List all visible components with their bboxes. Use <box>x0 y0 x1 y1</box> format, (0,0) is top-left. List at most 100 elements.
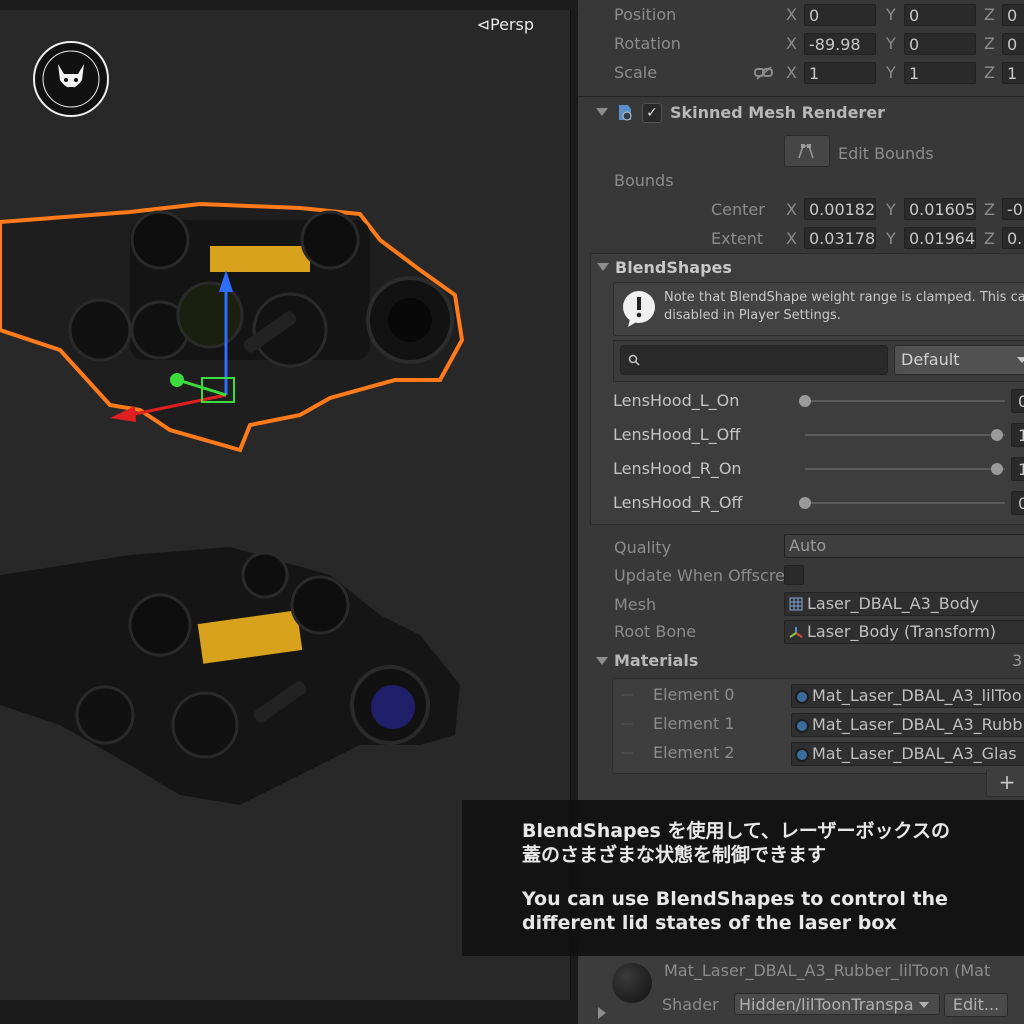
material-foldout-icon[interactable] <box>598 1007 606 1019</box>
materials-list: Element 0 Mat_Laser_DBAL_A3_lilToo Element… <box>612 678 1024 774</box>
scale-x-field[interactable]: 1 <box>804 62 876 84</box>
preset-dropdown-value: Default <box>901 350 960 369</box>
axis-x-label: X <box>786 229 797 248</box>
rotation-z-field[interactable]: 0 <box>1002 33 1024 55</box>
blendshape-preset-dropdown[interactable]: Default <box>894 345 1024 375</box>
scale-z-field[interactable]: 1 <box>1002 62 1024 84</box>
materials-title: Materials <box>614 651 699 670</box>
foldout-arrow-icon[interactable] <box>596 108 608 116</box>
shader-edit-button[interactable]: Edit... <box>944 993 1008 1017</box>
laser-model-selected[interactable] <box>0 200 470 460</box>
material-object-field[interactable]: Mat_Laser_DBAL_A3_Glas <box>791 742 1024 766</box>
blendshape-slider-handle[interactable] <box>799 497 811 509</box>
axis-z-label: Z <box>984 229 995 248</box>
extent-label: Extent <box>711 229 764 248</box>
center-y-field[interactable]: 0.01605 <box>904 198 976 220</box>
blendshape-row: LensHood_L_Off 100 <box>591 418 1024 452</box>
blendshape-slider-track[interactable] <box>805 434 1005 436</box>
shader-value: Hidden/lilToonTranspa <box>739 995 914 1014</box>
transform-scale-row: Scale X 1 Y 1 Z 1 <box>578 60 1024 88</box>
axis-y-label: Y <box>886 200 896 219</box>
quality-label: Quality <box>614 538 672 557</box>
blendshape-slider-handle[interactable] <box>991 463 1003 475</box>
extent-y-field[interactable]: 0.01964 <box>904 227 976 249</box>
center-label: Center <box>711 200 765 219</box>
clamp-warning-box: Note that BlendShape weight range is cla… <box>613 282 1024 336</box>
material-element-value: Mat_Laser_DBAL_A3_Rubb <box>812 715 1023 734</box>
component-enabled-checkbox[interactable]: ✓ <box>642 103 662 123</box>
transform-rotation-row: Rotation X -89.98 Y 0 Z 0 <box>578 31 1024 59</box>
blendshapes-foldout-icon[interactable] <box>597 263 609 271</box>
materials-foldout-icon[interactable] <box>596 657 608 665</box>
blendshapes-panel: BlendShapes Note that BlendShape weight … <box>590 253 1024 525</box>
blendshape-toolbar: Default <box>613 340 1024 382</box>
quality-dropdown[interactable]: Auto <box>784 534 1024 558</box>
position-x-field[interactable]: 0 <box>804 4 876 26</box>
blendshape-slider-track[interactable] <box>805 468 1005 470</box>
scale-y-field[interactable]: 1 <box>904 62 976 84</box>
blendshape-search-input[interactable] <box>620 345 888 375</box>
material-object-field[interactable]: Mat_Laser_DBAL_A3_lilToo <box>791 684 1024 708</box>
blendshape-slider-track[interactable] <box>805 502 1005 504</box>
axis-x-label: X <box>786 34 797 53</box>
info-bubble-icon <box>623 291 655 327</box>
edit-bounds-button[interactable] <box>784 135 830 167</box>
material-header: Mat_Laser_DBAL_A3_Rubber_lilToon (Mat Sh… <box>578 950 1024 1024</box>
material-preview-sphere <box>612 963 652 1003</box>
update-offscreen-checkbox[interactable] <box>784 565 804 585</box>
extent-x-field[interactable]: 0.03178 <box>804 227 876 249</box>
blendshape-slider-handle[interactable] <box>991 429 1003 441</box>
root-bone-label: Root Bone <box>614 622 697 641</box>
chevron-down-icon <box>919 1002 929 1008</box>
rotation-y-field[interactable]: 0 <box>904 33 976 55</box>
bounds-extent-row: Extent X 0.03178 Y 0.01964 Z 0. <box>578 225 1024 253</box>
blendshape-value-field[interactable]: 100 <box>1011 457 1024 481</box>
position-label: Position <box>614 5 677 24</box>
search-icon <box>628 354 640 366</box>
position-y-field[interactable]: 0 <box>904 4 976 26</box>
skinned-mesh-renderer-header[interactable]: ✓ Skinned Mesh Renderer <box>578 96 1024 127</box>
material-element-row: Element 1 Mat_Laser_DBAL_A3_Rubb <box>613 710 1024 738</box>
rotation-x-field[interactable]: -89.98 <box>804 33 876 55</box>
blendshape-name: LensHood_L_Off <box>613 425 741 444</box>
position-z-field[interactable]: 0 <box>1002 4 1024 26</box>
blendshape-row: LensHood_R_On 100 <box>591 452 1024 486</box>
drag-handle-icon[interactable] <box>621 752 633 754</box>
material-element-row: Element 2 Mat_Laser_DBAL_A3_Glas <box>613 739 1024 767</box>
skinned-mesh-renderer-title: Skinned Mesh Renderer <box>670 103 886 122</box>
root-bone-value: Laser_Body (Transform) <box>807 622 997 641</box>
clamp-note-line2: disabled in Player Settings. <box>664 308 841 323</box>
material-object-field[interactable]: Mat_Laser_DBAL_A3_Rubb <box>791 713 1024 737</box>
scale-label: Scale <box>614 63 658 82</box>
root-bone-object-field[interactable]: Laser_Body (Transform) <box>784 620 1024 644</box>
blendshape-name: LensHood_R_On <box>613 459 742 478</box>
bounds-center-row: Center X 0.00182 Y 0.01605 Z -0 <box>578 196 1024 224</box>
add-material-button[interactable]: + <box>986 770 1024 797</box>
shop-logo <box>33 41 109 117</box>
persp-toggle[interactable]: ⊲Persp <box>477 15 534 34</box>
caption-jp-line2: 蓋のさまざまな状態を制御できます <box>522 844 827 866</box>
drag-handle-icon[interactable] <box>621 723 633 725</box>
drag-handle-icon[interactable] <box>621 694 633 696</box>
mesh-object-field[interactable]: Laser_DBAL_A3_Body <box>784 592 1024 616</box>
axis-z-label: Z <box>984 63 995 82</box>
extent-z-field[interactable]: 0. <box>1002 227 1024 249</box>
axis-x-label: X <box>786 63 797 82</box>
blendshape-value-field[interactable]: 0 <box>1011 389 1024 413</box>
update-offscreen-label: Update When Offscre <box>614 566 785 585</box>
chevron-down-icon <box>1017 357 1024 363</box>
materials-count[interactable]: 3 <box>1012 651 1022 670</box>
blendshape-slider-track[interactable] <box>805 400 1005 402</box>
center-x-field[interactable]: 0.00182 <box>804 198 876 220</box>
axis-z-label: Z <box>984 34 995 53</box>
constrain-proportions-icon[interactable] <box>754 66 774 80</box>
skinned-mesh-icon <box>619 105 632 121</box>
shader-dropdown[interactable]: Hidden/lilToonTranspa <box>734 993 940 1015</box>
transform-position-row: Position X 0 Y 0 Z 0 <box>578 2 1024 30</box>
blendshape-value-field[interactable]: 0 <box>1011 491 1024 515</box>
blendshape-value-field[interactable]: 100 <box>1011 423 1024 447</box>
clamp-note-line1: Note that BlendShape weight range is cla… <box>664 290 1024 305</box>
blendshape-slider-handle[interactable] <box>799 395 811 407</box>
blendshapes-title: BlendShapes <box>615 258 732 277</box>
center-z-field[interactable]: -0 <box>1002 198 1024 220</box>
